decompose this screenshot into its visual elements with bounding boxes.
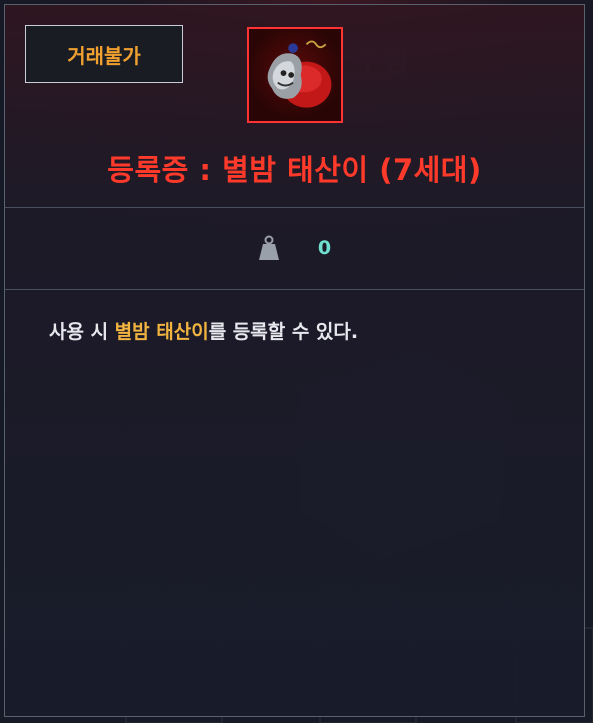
description-suffix: 를 등록할 수 있다. bbox=[208, 321, 359, 343]
weight-icon bbox=[258, 235, 279, 260]
item-icon-art bbox=[267, 40, 332, 108]
untradeable-badge: 거래불가 bbox=[25, 25, 183, 83]
divider bbox=[5, 207, 584, 208]
weight-row: 0 bbox=[5, 233, 584, 263]
divider bbox=[5, 289, 584, 290]
description-prefix: 사용 시 bbox=[49, 321, 115, 343]
untradeable-badge-label: 거래불가 bbox=[67, 43, 141, 68]
item-tooltip: 거래불가 등록증 : 별밤 태산이 (7세대) 0 사용 시 별밤 태산이를 등… bbox=[4, 4, 585, 717]
item-description: 사용 시 별밤 태산이를 등록할 수 있다. bbox=[49, 317, 358, 344]
starry-night-mount-icon[interactable] bbox=[247, 27, 343, 123]
item-title: 등록증 : 별밤 태산이 (7세대) bbox=[107, 153, 482, 187]
description-highlight: 별밤 태산이 bbox=[114, 321, 209, 343]
weight-value: 0 bbox=[317, 237, 332, 259]
